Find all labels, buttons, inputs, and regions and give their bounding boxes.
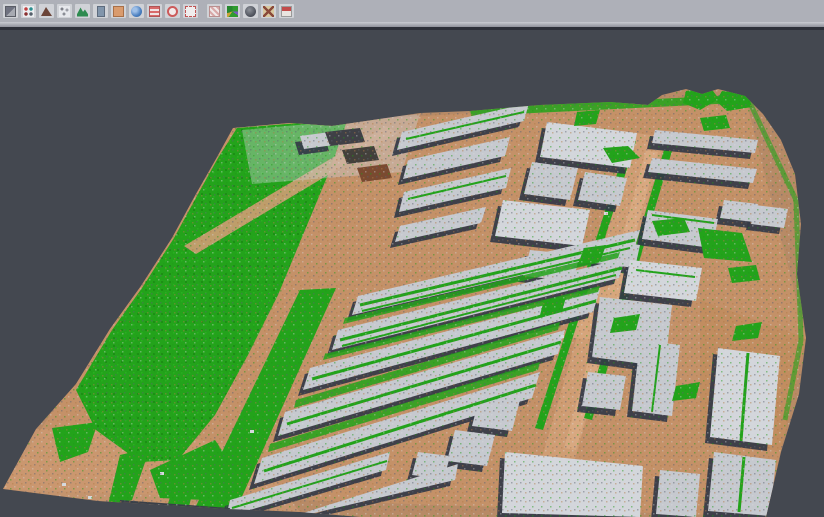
tin-surface-icon <box>41 7 52 16</box>
classify-points-icon <box>23 6 34 17</box>
app-window <box>0 0 824 517</box>
ortho-image-icon-button[interactable] <box>110 3 127 19</box>
globe-icon-button[interactable] <box>128 3 145 19</box>
layers-icon-button[interactable] <box>2 3 19 19</box>
grid-clip-icon <box>209 6 220 17</box>
measure-icon-button[interactable] <box>260 3 277 19</box>
profile-view-icon-button[interactable] <box>92 3 109 19</box>
classify-points-icon-button[interactable] <box>20 3 37 19</box>
flag-icon-button[interactable] <box>278 3 295 19</box>
globe-icon <box>131 6 142 17</box>
profile-view-icon <box>97 6 105 17</box>
circle-select-icon-button[interactable] <box>164 3 181 19</box>
class-list-icon <box>149 6 160 17</box>
terrain-icon-button[interactable] <box>74 3 91 19</box>
render-sphere-icon <box>245 6 256 17</box>
bounds-select-icon <box>185 6 196 17</box>
class-list-icon-button[interactable] <box>146 3 163 19</box>
viewport-3d[interactable] <box>0 0 824 517</box>
classified-map-icon <box>227 6 238 17</box>
layers-icon <box>5 6 16 17</box>
classified-map-icon-button[interactable] <box>224 3 241 19</box>
point-cloud-icon-button[interactable] <box>56 3 73 19</box>
render-sphere-icon-button[interactable] <box>242 3 259 19</box>
tin-surface-icon-button[interactable] <box>38 3 55 19</box>
viewport-top-border <box>0 27 824 30</box>
circle-select-icon <box>167 6 178 17</box>
measure-icon <box>263 6 274 17</box>
main-toolbar <box>0 0 824 22</box>
terrain-icon <box>77 6 88 17</box>
flag-icon <box>281 6 292 17</box>
ortho-image-icon <box>113 6 124 17</box>
bounds-select-icon-button[interactable] <box>182 3 199 19</box>
grid-clip-icon-button[interactable] <box>206 3 223 19</box>
point-cloud-icon <box>59 6 70 17</box>
